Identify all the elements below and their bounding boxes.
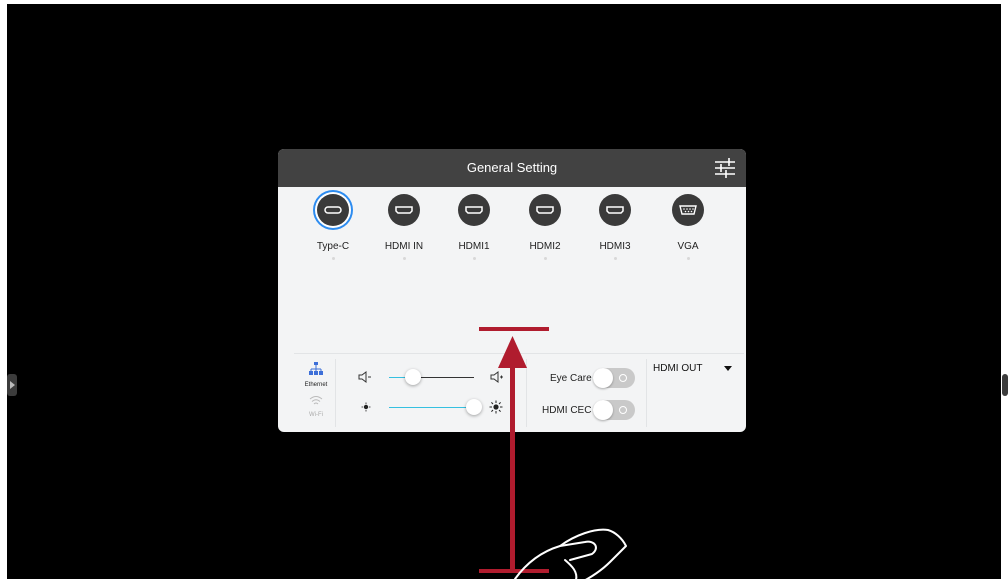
source-label: VGA [677, 241, 699, 252]
source-label: HDMI1 [458, 241, 490, 252]
toggle-off-indicator [619, 374, 627, 382]
source-type-c[interactable]: Type-C [303, 194, 363, 260]
brightness-high-icon [489, 400, 503, 414]
source-hdmi2[interactable]: HDMI2 [515, 194, 575, 260]
hdmi-icon [599, 194, 631, 226]
left-edge-handle[interactable] [7, 374, 17, 396]
source-hdmi1[interactable]: HDMI1 [444, 194, 504, 260]
volume-slider-track [413, 377, 474, 378]
hdmi-icon [529, 194, 561, 226]
divider [526, 359, 527, 427]
toggle-knob [593, 400, 613, 420]
brightness-slider-thumb[interactable] [466, 399, 482, 415]
ethernet-button[interactable]: Ethernet [298, 361, 334, 388]
status-dot [543, 257, 547, 260]
source-label: HDMI IN [384, 241, 424, 252]
status-dot [613, 257, 617, 260]
hdmi-cec-toggle[interactable] [593, 400, 635, 420]
source-label: HDMI2 [529, 241, 561, 252]
source-vga[interactable]: VGA [658, 194, 718, 260]
status-dot [472, 257, 476, 260]
divider [646, 359, 647, 427]
status-dot [402, 257, 406, 260]
network-section: Ethernet Wi-Fi [298, 361, 334, 431]
brightness-low-icon [361, 402, 371, 412]
vga-icon [672, 194, 704, 226]
source-hdmi-in[interactable]: HDMI IN [374, 194, 434, 260]
chevron-right-icon [10, 381, 15, 389]
panel-header: General Setting [278, 149, 746, 187]
usb-c-icon [317, 194, 349, 226]
sliders-icon[interactable] [712, 155, 738, 181]
ethernet-icon [309, 362, 323, 375]
ethernet-label: Ethernet [304, 382, 328, 388]
hdmi-icon [388, 194, 420, 226]
wifi-label: Wi-Fi [309, 412, 323, 418]
source-label: HDMI3 [599, 241, 631, 252]
eye-care-toggle[interactable] [593, 368, 635, 388]
toggle-off-indicator [619, 406, 627, 414]
eye-care-label: Eye Care [550, 373, 592, 384]
volume-high-icon [490, 371, 503, 383]
source-label: Type-C [316, 241, 350, 252]
right-edge-handle[interactable] [1002, 374, 1008, 396]
hdmi-cec-label: HDMI CEC [542, 405, 592, 416]
brightness-slider-fill [389, 407, 474, 408]
divider [294, 353, 744, 354]
general-setting-panel: General Setting Type-C HDMI IN HDMI1 HDM… [278, 149, 746, 432]
hdmi-icon [458, 194, 490, 226]
toggle-knob [593, 368, 613, 388]
volume-slider-thumb[interactable] [405, 369, 421, 385]
chevron-down-icon [724, 366, 732, 371]
panel-title: General Setting [466, 160, 558, 175]
hdmi-out-label: HDMI OUT [653, 363, 703, 374]
wifi-icon [309, 396, 323, 405]
divider [335, 359, 336, 427]
wifi-button[interactable]: Wi-Fi [298, 394, 334, 418]
status-dot [686, 257, 690, 260]
source-hdmi3[interactable]: HDMI3 [585, 194, 645, 260]
volume-low-icon [358, 371, 371, 383]
status-dot [331, 257, 335, 260]
